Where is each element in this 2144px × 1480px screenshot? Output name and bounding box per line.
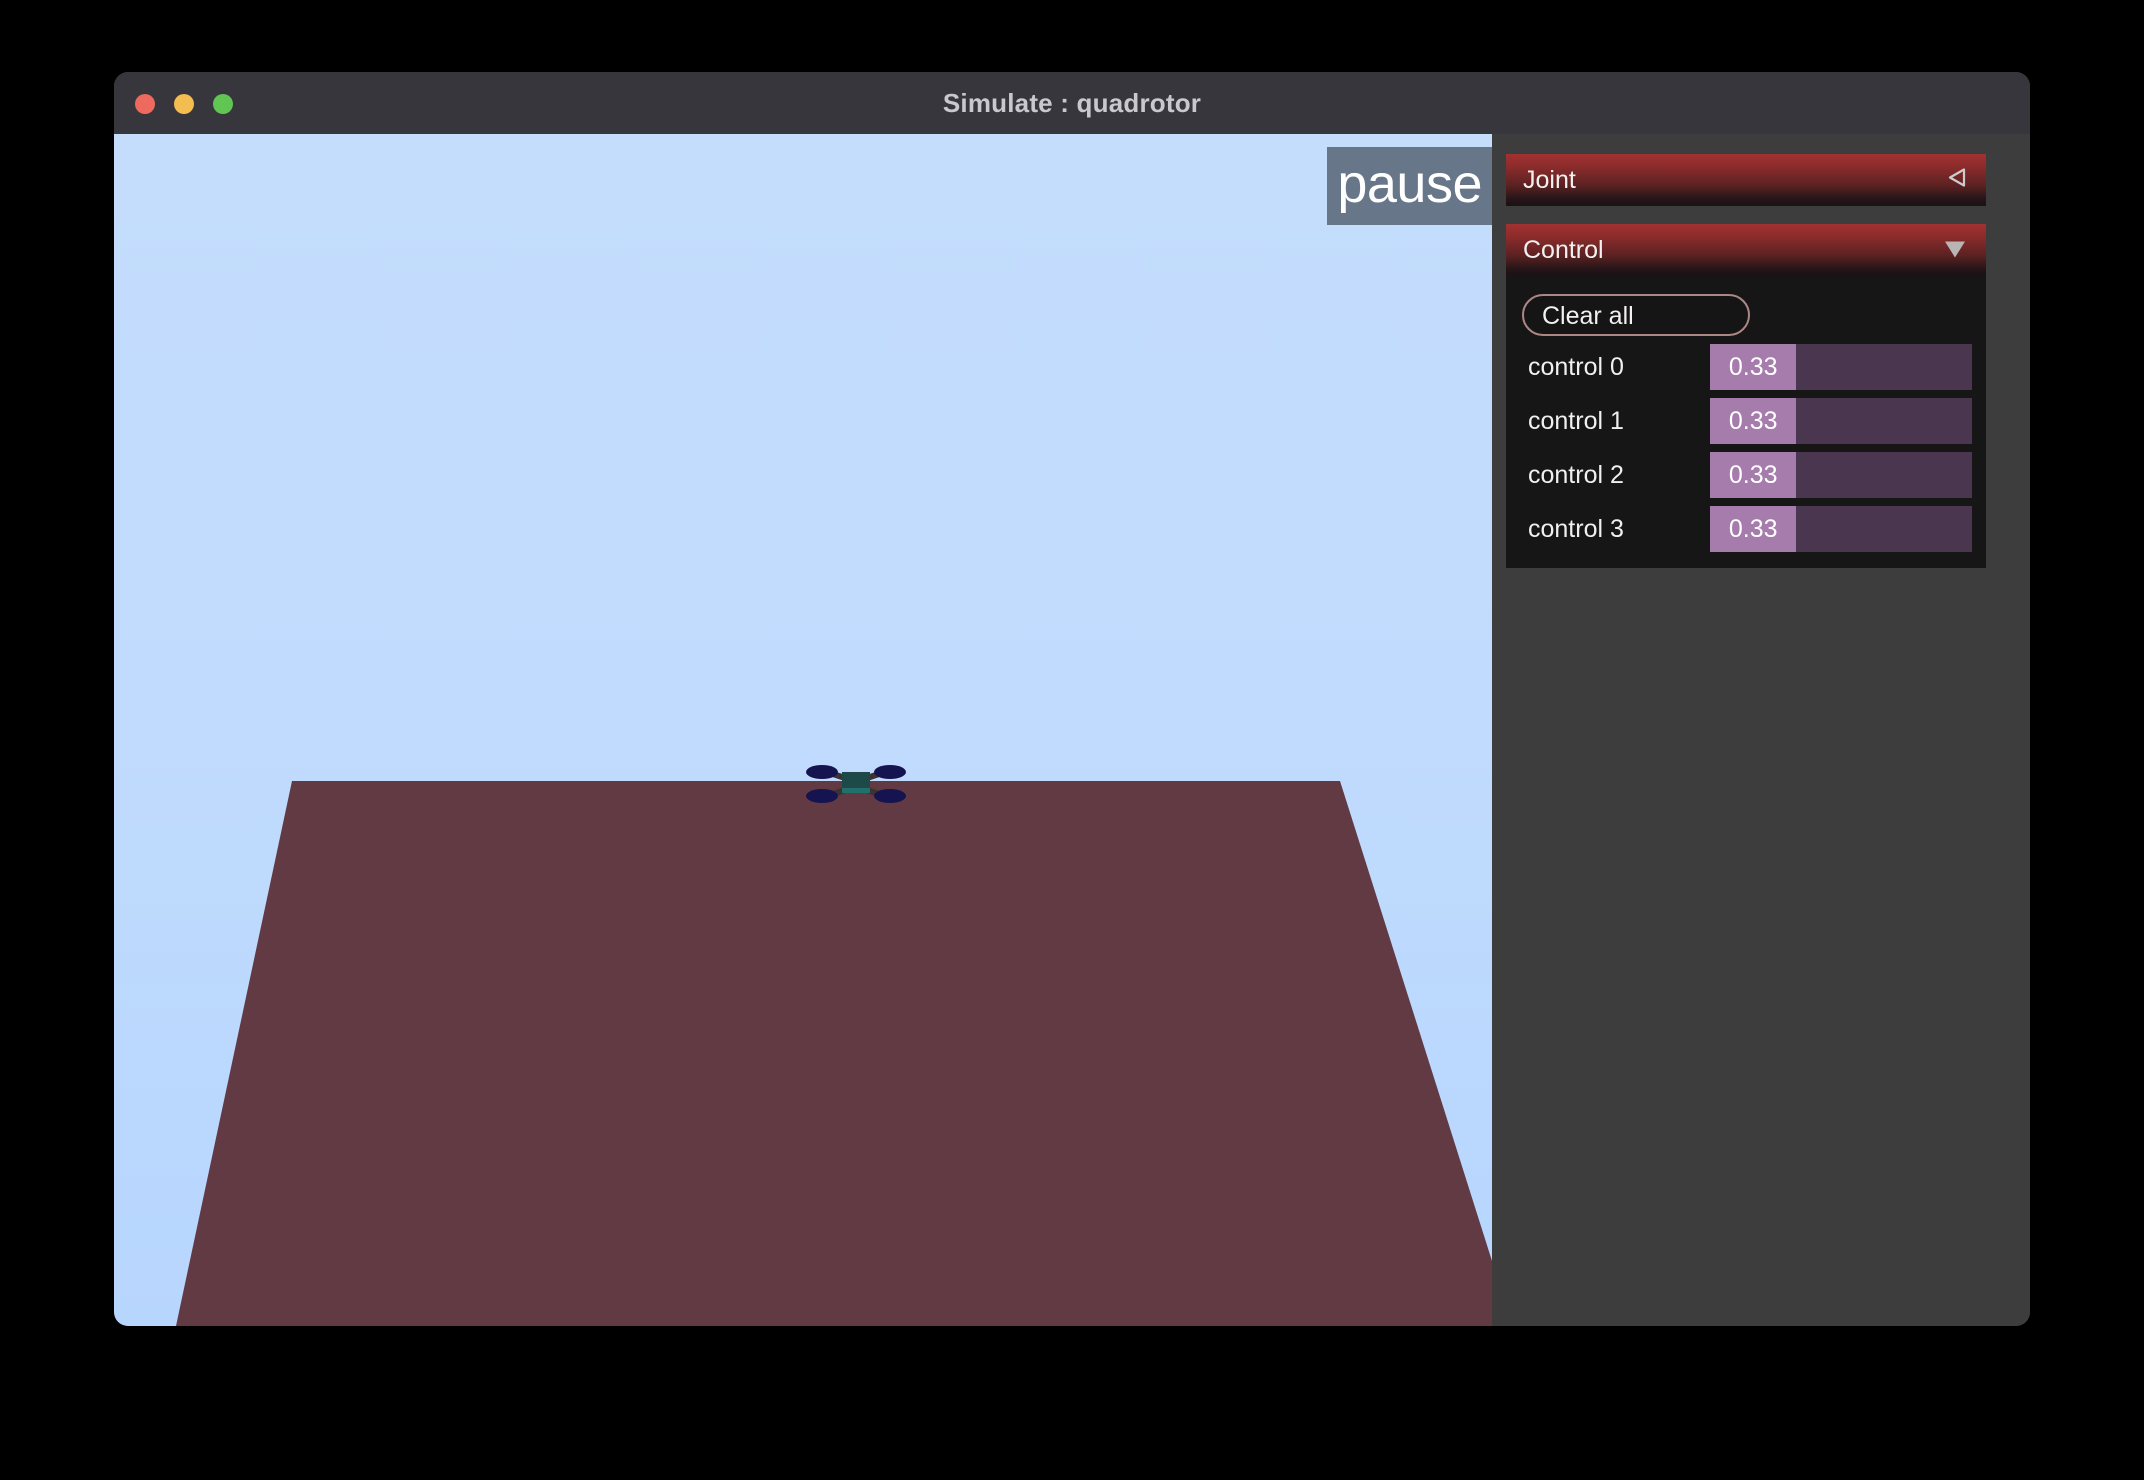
slider-label-control-3: control 3 <box>1528 514 1624 543</box>
section-control: Control Clear all control 0 0.33 control… <box>1506 224 1986 568</box>
simulation-viewport[interactable]: pause <box>114 134 1492 1326</box>
quadrotor-model <box>806 765 906 803</box>
slider-value-control-3: 0.33 <box>1728 515 1778 543</box>
slider-value-control-0: 0.33 <box>1728 353 1778 381</box>
application-window: Simulate : quadrotor pause Joint Control… <box>114 72 2030 1326</box>
section-joint-header[interactable]: Joint <box>1506 154 1986 206</box>
ground-plane <box>176 781 1492 1326</box>
slider-row-control-1: control 1 0.33 <box>1520 398 1972 444</box>
section-joint: Joint <box>1506 154 1986 206</box>
slider-row-control-2: control 2 0.33 <box>1520 452 1972 498</box>
slider-control-1[interactable]: 0.33 <box>1710 398 1972 444</box>
slider-label-control-2: control 2 <box>1528 460 1624 489</box>
slider-control-0[interactable]: 0.33 <box>1710 344 1972 390</box>
pause-indicator: pause <box>1327 147 1492 225</box>
clear-all-button[interactable]: Clear all <box>1522 294 1750 336</box>
window-titlebar: Simulate : quadrotor <box>114 72 2030 135</box>
slider-control-2[interactable]: 0.33 <box>1710 452 1972 498</box>
slider-label-control-1: control 1 <box>1528 406 1624 435</box>
slider-value-control-1: 0.33 <box>1728 407 1778 435</box>
window-title: Simulate : quadrotor <box>942 88 1202 118</box>
triangle-down-icon[interactable] <box>1941 234 1969 267</box>
slider-control-3[interactable]: 0.33 <box>1710 506 1972 552</box>
section-control-title: Control <box>1523 235 1604 264</box>
settings-panel: Joint Control Clear all control 0 0.33 c… <box>1492 134 2030 1326</box>
slider-row-control-0: control 0 0.33 <box>1520 344 1972 390</box>
window-content: pause Joint Control Clear all control 0 … <box>114 134 2030 1326</box>
slider-label-control-0: control 0 <box>1528 352 1624 381</box>
section-control-body: Clear all control 0 0.33 control 1 0.33 … <box>1506 276 1986 568</box>
triangle-left-icon[interactable] <box>1943 165 1969 196</box>
slider-value-control-2: 0.33 <box>1728 461 1778 489</box>
screen: Simulate : quadrotor pause Joint Control… <box>0 0 2144 1480</box>
slider-row-control-3: control 3 0.33 <box>1520 506 1972 552</box>
section-joint-title: Joint <box>1523 165 1576 194</box>
section-control-header[interactable]: Control <box>1506 224 1986 276</box>
